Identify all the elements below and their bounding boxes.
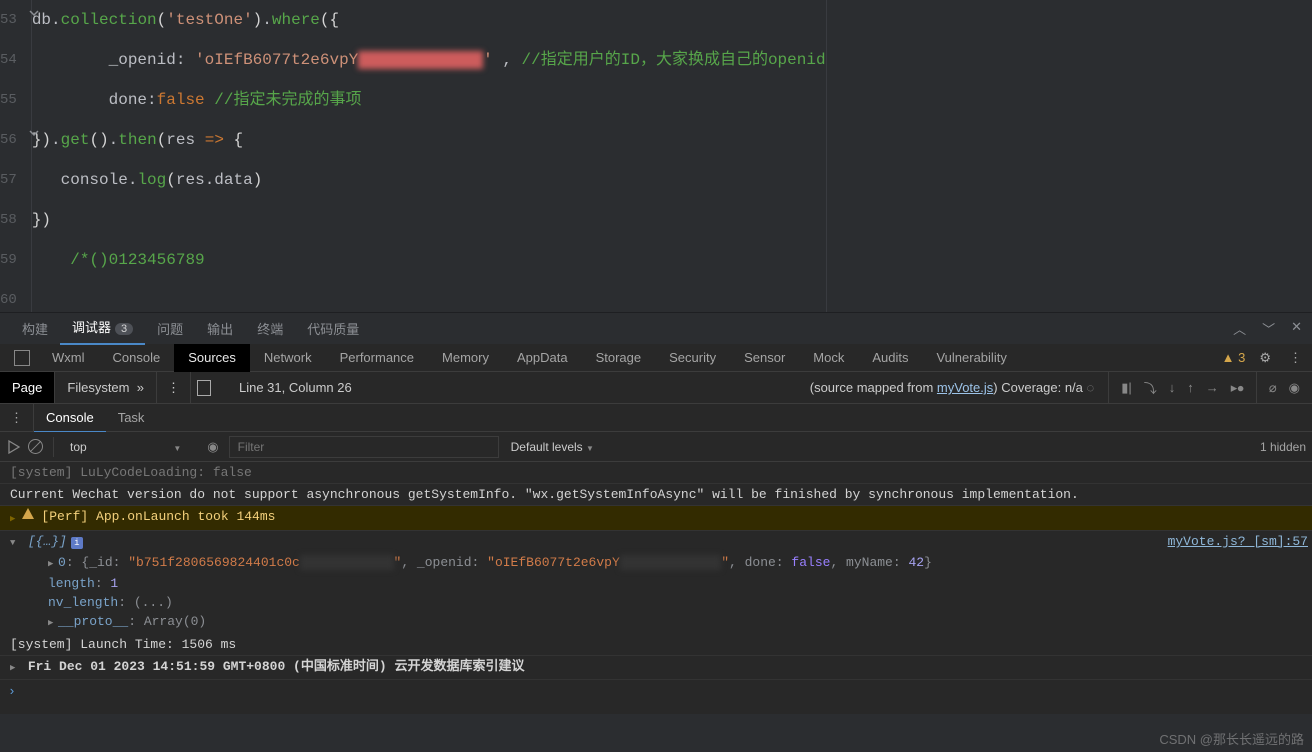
tab-mock[interactable]: Mock <box>799 344 858 372</box>
tab-security[interactable]: Security <box>655 344 730 372</box>
step-icon[interactable]: → <box>1206 380 1219 395</box>
inspect-element-icon[interactable] <box>14 350 30 366</box>
settings-icon[interactable]: ⚙ <box>1255 350 1275 366</box>
tab-vulnerability[interactable]: Vulnerability <box>922 344 1020 372</box>
tab-console[interactable]: Console <box>99 344 175 372</box>
tab-code-quality[interactable]: 代码质量 <box>295 319 371 338</box>
chevron-down-icon[interactable]: ﹀ <box>1262 319 1275 338</box>
deactivate-breakpoints-icon[interactable]: ▸⦁ <box>1231 380 1244 396</box>
devtools-tabs: Wxml Console Sources Network Performance… <box>0 344 1312 372</box>
tab-build[interactable]: 构建 <box>10 319 60 338</box>
debugger-badge: 3 <box>115 323 133 335</box>
console-drawer-tabs: ⋮ Console Task <box>0 404 1312 432</box>
tab-storage[interactable]: Storage <box>582 344 656 372</box>
tab-sensor[interactable]: Sensor <box>730 344 799 372</box>
step-into-icon[interactable]: ↓ <box>1169 380 1176 395</box>
file-icon[interactable] <box>197 380 211 396</box>
debug-controls: ▮| ⤵ ↓ ↑ → ▸⦁ <box>1108 372 1256 403</box>
filter-input[interactable] <box>229 436 499 458</box>
warning-count-badge[interactable]: ▲ 3 <box>1222 350 1246 365</box>
log-line[interactable]: ▶ Fri Dec 01 2023 14:51:59 GMT+0800 (中国标… <box>0 656 1312 680</box>
console-prompt[interactable]: › <box>0 680 1312 703</box>
log-line: [system] LuLyCodeLoading: false <box>0 462 1312 484</box>
breakpoint-icon[interactable]: ◉ <box>1289 380 1300 396</box>
source-link[interactable]: myVote.js? [sm]:57 <box>1168 532 1308 551</box>
mapped-link[interactable]: myVote.js <box>937 380 993 395</box>
tab-terminal[interactable]: 终端 <box>245 319 295 338</box>
sources-bar: Page Filesystem » ⋮ Line 31, Column 26 (… <box>0 372 1312 404</box>
more-icon[interactable]: ⋮ <box>1285 350 1306 366</box>
sources-page-tab[interactable]: Page <box>0 372 55 403</box>
watermark: CSDN @那长长遥远的路 <box>1159 729 1304 748</box>
devtools-panel: Wxml Console Sources Network Performance… <box>0 344 1312 714</box>
object-log[interactable]: myVote.js? [sm]:57 ▼ [{…}]i ▶0: {_id: "b… <box>0 531 1312 634</box>
log-levels-selector[interactable]: Default levels ▼ <box>505 438 610 456</box>
line-gutter: 5354 5556 5758 5960 <box>0 0 31 312</box>
tab-appdata[interactable]: AppData <box>503 344 582 372</box>
no-pause-icon[interactable]: ⌀ <box>1269 380 1277 396</box>
warning-line[interactable]: [Perf] App.onLaunch took 144ms <box>0 506 1312 531</box>
clear-console-icon[interactable] <box>28 439 43 454</box>
fold-icon[interactable] <box>27 6 41 20</box>
tab-audits[interactable]: Audits <box>858 344 922 372</box>
source-mapping: (source mapped from myVote.js) Coverage:… <box>810 380 1095 395</box>
code-editor[interactable]: 5354 5556 5758 5960 db.collection('testO… <box>0 0 1312 312</box>
console-toolbar: top ▼ ◉ Default levels ▼ 1 hidden <box>0 432 1312 462</box>
fold-icon[interactable] <box>27 126 41 140</box>
tab-network[interactable]: Network <box>250 344 326 372</box>
drawer-console-tab[interactable]: Console <box>34 404 106 432</box>
tab-memory[interactable]: Memory <box>428 344 503 372</box>
live-expression-icon[interactable]: ◉ <box>207 439 218 455</box>
hidden-messages[interactable]: 1 hidden <box>1260 440 1306 454</box>
step-over-icon[interactable]: ⤵ <box>1144 378 1157 397</box>
pause-icon[interactable]: ▮| <box>1121 380 1132 396</box>
drawer-more-icon[interactable]: ⋮ <box>0 404 34 432</box>
log-line: [system] Launch Time: 1506 ms <box>0 634 1312 656</box>
tab-wxml[interactable]: Wxml <box>38 344 99 372</box>
info-badge-icon[interactable]: i <box>71 537 83 549</box>
tab-debugger[interactable]: 调试器3 <box>60 313 145 345</box>
cursor-pos: Line 31, Column 26 <box>239 380 352 395</box>
step-out-icon[interactable]: ↑ <box>1187 380 1194 395</box>
console-output[interactable]: [system] LuLyCodeLoading: false Current … <box>0 462 1312 714</box>
code-body[interactable]: db.collection('testOne').where({ _openid… <box>31 0 827 312</box>
warning-icon <box>21 507 35 521</box>
sources-filesystem-tab[interactable]: Filesystem » <box>55 372 157 403</box>
tab-sources[interactable]: Sources <box>174 344 250 372</box>
loading-icon: ◌ <box>1087 380 1095 395</box>
play-icon[interactable] <box>6 439 22 455</box>
context-selector[interactable]: top ▼ <box>64 438 197 456</box>
panel-tabs: 构建 调试器3 问题 输出 终端 代码质量 ︿ ﹀ ✕ <box>0 312 1312 344</box>
close-icon[interactable]: ✕ <box>1291 319 1302 338</box>
sources-more-icon[interactable]: ⋮ <box>157 372 191 403</box>
chevron-up-icon[interactable]: ︿ <box>1233 319 1246 338</box>
tab-problems[interactable]: 问题 <box>145 319 195 338</box>
tab-performance[interactable]: Performance <box>326 344 428 372</box>
drawer-task-tab[interactable]: Task <box>106 404 157 431</box>
tab-output[interactable]: 输出 <box>195 319 245 338</box>
log-line: Current Wechat version do not support as… <box>0 484 1312 506</box>
